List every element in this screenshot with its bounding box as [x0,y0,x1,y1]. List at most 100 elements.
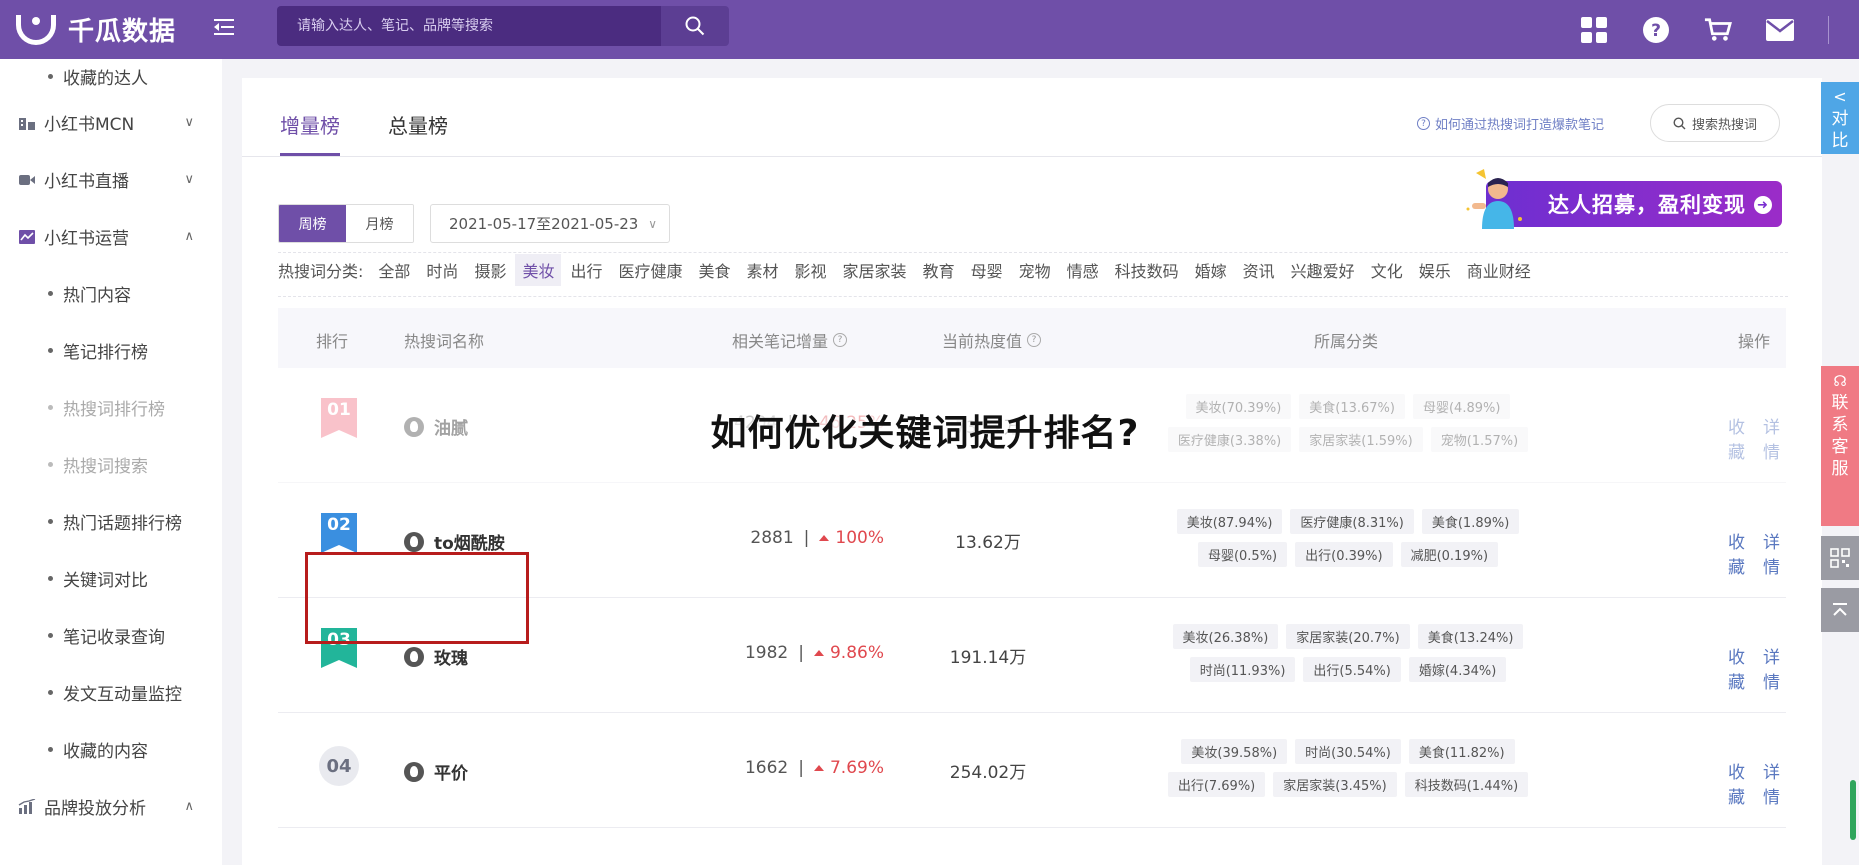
week-button[interactable]: 周榜 [279,205,346,242]
cart-icon[interactable] [1704,16,1732,44]
category-item[interactable]: 摄影 [467,254,513,286]
header-heat[interactable]: 当前热度值? [942,328,1042,352]
apps-grid-icon[interactable] [1580,16,1608,44]
category-item[interactable]: 兴趣爱好 [1284,254,1362,286]
table-row: 04 平价 1662 | 7.69% 254.02万 美妆(39.58%) 时尚(30.54%… [278,713,1786,828]
category-item[interactable]: 婚嫁 [1188,254,1234,286]
chevron-up-icon: ∧ [184,229,194,244]
category-item[interactable]: 情感 [1060,254,1106,286]
sidebar-item[interactable]: 收藏的达人 [0,59,222,94]
category-tag: 家居家装(20.7%) [1286,624,1410,649]
keyword-name[interactable]: to烟酰胺 [434,529,505,554]
header-rank-label: 排行 [316,332,349,351]
question-icon[interactable]: ? [833,333,848,347]
keyword-cell[interactable]: to烟酰胺 [404,529,505,554]
sidebar-item[interactable]: 热门内容 [0,265,222,322]
back-to-top-button[interactable] [1821,588,1859,632]
collect-link[interactable]: 收藏 [1728,758,1751,808]
sidebar-item-label: 热搜词排行榜 [63,400,165,420]
date-range-select[interactable]: 2021-05-17至2021-05-23 ∨ [430,204,670,243]
sidebar-item[interactable]: 热门话题排行榜 [0,493,222,550]
customer-service-tab[interactable]: ☊ 联 系 客 服 [1821,366,1859,526]
collect-link[interactable]: 收藏 [1728,528,1751,578]
question-icon[interactable]: ? [1027,333,1042,347]
help-icon[interactable]: ? [1642,16,1670,44]
compare-tab[interactable]: < 对 比 [1821,82,1859,154]
menu-collapse-icon[interactable] [210,17,240,42]
category-item[interactable]: 资讯 [1236,254,1282,286]
category-tag: 宠物(1.57%) [1430,427,1529,452]
highlight-box [305,552,529,644]
heat-value: 13.62万 [955,533,1021,553]
sidebar-group[interactable]: 小红书运营 ∧ [0,208,222,265]
help-link[interactable]: ? 如何通过热搜词打造爆款笔记 [1417,114,1604,133]
keyword-cell[interactable]: 油腻 [404,414,468,439]
tab-increment[interactable]: 增量榜 [280,78,340,156]
sidebar-item-label: 热门话题排行榜 [63,514,182,534]
category-item[interactable]: 教育 [916,254,962,286]
sidebar-item[interactable]: 收藏的内容 [0,721,222,778]
keyword-name[interactable]: 油腻 [434,414,468,439]
category-item[interactable]: 影视 [788,254,834,286]
detail-link[interactable]: 详情 [1763,528,1786,578]
sidebar-item[interactable]: 热搜词排行榜 [0,379,222,436]
category-item[interactable]: 素材 [740,254,786,286]
header-growth[interactable]: 相关笔记增量? [732,328,848,352]
keyword-name[interactable]: 玫瑰 [434,644,468,669]
category-item[interactable]: 商业财经 [1460,254,1538,286]
month-button[interactable]: 月榜 [346,205,413,242]
category-item[interactable]: 娱乐 [1412,254,1458,286]
keyword-name[interactable]: 平价 [434,759,468,784]
keyword-cell[interactable]: 平价 [404,759,468,784]
search-button[interactable] [661,6,729,46]
category-item[interactable]: 出行 [563,254,609,286]
tab-total[interactable]: 总量榜 [388,78,448,156]
category-item[interactable]: 文化 [1364,254,1410,286]
detail-link[interactable]: 详情 [1763,643,1786,693]
category-tag: 医疗健康(3.38%) [1167,427,1292,452]
separator: | [798,758,804,778]
category-tag: 美妆(39.58%) [1181,739,1288,764]
category-tag: 家居家装(1.59%) [1299,427,1423,452]
sidebar-item[interactable]: 热搜词搜索 [0,436,222,493]
compare-label-1: 对 [1831,109,1849,129]
sidebar-group[interactable]: 小红书直播 ∨ [0,151,222,208]
category-item[interactable]: 全部 [371,254,417,286]
category-tag: 母婴(0.5%) [1197,542,1288,567]
category-tags: 美妆(39.58%) 时尚(30.54%) 美食(11.82%) 出行(7.69%) 家… [1148,739,1548,797]
qr-code-button[interactable] [1821,536,1859,580]
collect-link[interactable]: 收藏 [1728,413,1751,463]
collect-link[interactable]: 收藏 [1728,643,1751,693]
mail-icon[interactable] [1766,16,1794,44]
detail-link[interactable]: 详情 [1763,758,1786,808]
sidebar-item[interactable]: 笔记收录查询 [0,607,222,664]
recruit-banner[interactable]: 达人招募，盈利变现 ➜ [1464,169,1784,229]
category-tag: 时尚(30.54%) [1295,739,1401,764]
sidebar-item[interactable]: 发文互动量监控 [0,664,222,721]
search-hot-words-button[interactable]: 搜索热搜词 [1650,104,1780,142]
category-item[interactable]: 医疗健康 [611,254,689,286]
sidebar-group[interactable]: 品牌投放分析 ∧ [0,778,222,835]
category-item[interactable]: 科技数码 [1108,254,1186,286]
category-item[interactable]: 美食 [692,254,738,286]
date-range-value: 2021-05-17至2021-05-23 [449,215,639,233]
category-tag: 减肥(0.19%) [1400,542,1499,567]
sidebar-item[interactable]: 笔记排行榜 [0,322,222,379]
sidebar-group[interactable]: 小红书MCN ∨ [0,94,222,151]
category-item[interactable]: 母婴 [964,254,1010,286]
sidebar: 收藏的达人 小红书MCN ∨ 小红书直播 ∨ 小红书运营 ∧ 热门内容 笔记排行榜 热搜词排行榜热… [0,59,222,865]
category-item[interactable]: 宠物 [1012,254,1058,286]
keyword-cell[interactable]: 玫瑰 [404,644,468,669]
category-item[interactable]: 家居家装 [836,254,914,286]
logo[interactable]: 千瓜数据 [0,11,222,48]
scrollbar-thumb[interactable] [1850,780,1856,840]
sidebar-item[interactable]: 关键词对比 [0,550,222,607]
detail-link[interactable]: 详情 [1763,413,1786,463]
service-label-1: 联 [1831,393,1849,413]
service-label-2: 系 [1831,415,1849,435]
category-tag: 美妆(87.94%) [1176,509,1283,534]
category-item[interactable]: 时尚 [419,254,465,286]
sidebar-item-label: 热门内容 [63,286,131,306]
category-item[interactable]: 美妆 [515,254,562,286]
search-input[interactable] [277,6,661,46]
